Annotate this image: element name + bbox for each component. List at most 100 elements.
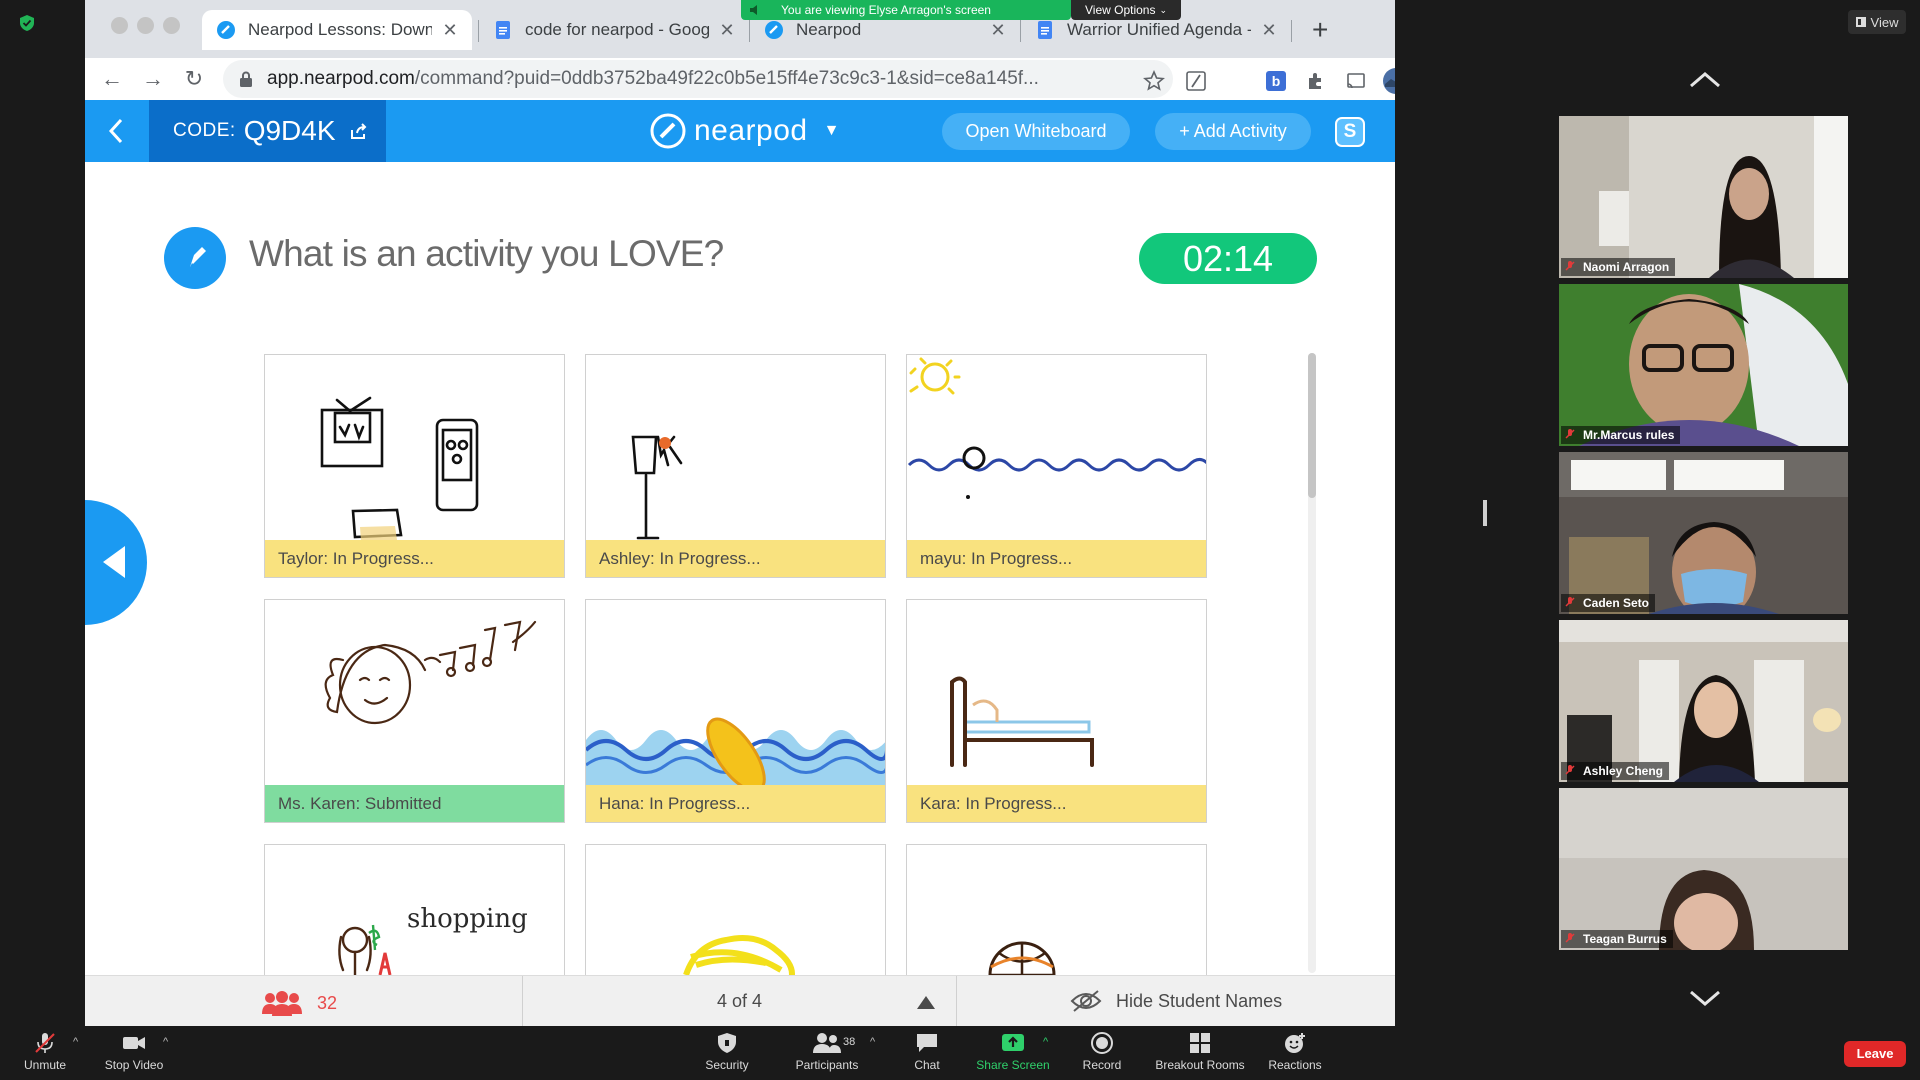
response-card[interactable]: Taylor: In Progress...	[264, 354, 565, 578]
unmute-label: Unmute	[23, 1058, 67, 1072]
eye-slash-icon	[1070, 990, 1102, 1012]
window-maximize-dot[interactable]	[163, 17, 180, 34]
chevron-up-icon[interactable]	[1688, 70, 1722, 90]
new-tab-button[interactable]: +	[1312, 14, 1328, 46]
tab-title: Warrior Unified Agenda -	[1067, 20, 1251, 39]
close-icon[interactable]: ✕	[442, 20, 458, 41]
muted-mic-icon	[1565, 765, 1575, 775]
cast-icon[interactable]	[1345, 70, 1367, 92]
tab-title: code for nearpod - Googl	[525, 20, 709, 39]
close-icon[interactable]: ✕	[719, 20, 735, 41]
shared-browser-window: Nearpod Lessons: Downlo ✕ code for nearp…	[85, 0, 1395, 1026]
back-chevron-icon[interactable]	[105, 114, 135, 148]
student-count[interactable]: 32	[261, 990, 337, 1016]
response-card[interactable]: mayu: In Progress...	[906, 354, 1207, 578]
speaker-icon	[750, 5, 757, 15]
leave-meeting-button[interactable]: Leave	[1844, 1041, 1906, 1067]
close-icon[interactable]: ✕	[990, 20, 1006, 41]
chevron-up-icon[interactable]: ^	[163, 1036, 168, 1048]
nearpod-icon	[765, 21, 783, 39]
response-status: Ms. Karen: Submitted	[265, 785, 564, 822]
forward-arrow-icon[interactable]: →	[138, 64, 168, 94]
view-label: View	[1870, 14, 1899, 30]
nearpod-footer-bar: 32 4 of 4 Hide Student Names	[85, 975, 1395, 1026]
share-banner-message: You are viewing Elyse Arragon's screen	[781, 3, 991, 17]
add-activity-button[interactable]: + Add Activity	[1155, 113, 1311, 150]
zoom-meeting-window: Nearpod Lessons: Downlo ✕ code for nearp…	[0, 0, 1920, 1080]
view-layout-button[interactable]: View	[1848, 10, 1906, 34]
participants-icon	[813, 1033, 841, 1053]
student-drawing	[631, 435, 683, 540]
response-status: Kara: In Progress...	[907, 785, 1206, 822]
tab-code-for-nearpod[interactable]: code for nearpod - Googl ✕	[479, 10, 749, 50]
participant-name-tag: Caden Seto	[1561, 594, 1656, 612]
panel-resize-handle[interactable]	[1483, 500, 1487, 526]
participant-name: Naomi Arragon	[1583, 260, 1670, 274]
student-drawing	[950, 676, 1094, 767]
reload-icon[interactable]: ↻	[179, 64, 209, 94]
view-options-button[interactable]: View Options ⌄	[1071, 0, 1181, 20]
hide-student-names-button[interactable]: Hide Student Names	[1070, 989, 1282, 1013]
chat-label: Chat	[914, 1058, 940, 1072]
activity-timer[interactable]: 02:14	[1139, 233, 1317, 284]
participant-video-tile[interactable]: Naomi Arragon	[1559, 116, 1848, 278]
view-options-label: View Options	[1084, 3, 1156, 17]
bookmark-star-icon[interactable]	[1143, 70, 1165, 92]
tab-nearpod-lessons[interactable]: Nearpod Lessons: Downlo ✕	[202, 10, 472, 50]
participant-video	[1559, 452, 1848, 614]
scrollbar-thumb[interactable]	[1308, 353, 1316, 498]
response-card[interactable]: Ms. Karen: Submitted	[264, 599, 565, 823]
participant-name-tag: Teagan Burrus	[1561, 930, 1673, 948]
participant-video-tile[interactable]: Caden Seto	[1559, 452, 1848, 614]
breakout-rooms-button[interactable]: Breakout Rooms	[1145, 1032, 1255, 1072]
gallery-scrollbar[interactable]	[1308, 353, 1316, 973]
share-screen-label: Share Screen	[976, 1058, 1050, 1072]
docs-icon	[496, 21, 510, 39]
response-card[interactable]: Kara: In Progress...	[906, 599, 1207, 823]
muted-mic-icon	[1565, 933, 1575, 943]
participants-count: 38	[843, 1036, 856, 1048]
open-whiteboard-button[interactable]: Open Whiteboard	[942, 113, 1130, 150]
chevron-down-icon: ⌄	[1159, 4, 1168, 15]
participant-video-tile[interactable]: Teagan Burrus	[1559, 788, 1848, 950]
back-arrow-icon[interactable]: ←	[97, 64, 127, 94]
extensions-puzzle-icon[interactable]	[1305, 70, 1327, 92]
participant-video-tile[interactable]: Ashley Cheng	[1559, 620, 1848, 782]
address-bar[interactable]: app.nearpod.com/command?puid=0ddb3752ba4…	[223, 60, 1173, 98]
tab-separator	[1291, 20, 1292, 42]
student-drawing	[324, 620, 537, 725]
screencastify-extension-icon[interactable]	[1185, 70, 1207, 92]
nearpod-logo[interactable]: nearpod ▼	[650, 113, 839, 149]
participant-name-tag: Ashley Cheng	[1561, 762, 1670, 780]
encryption-shield-icon[interactable]	[18, 14, 36, 32]
draw-it-pencil-icon	[164, 227, 226, 289]
students-group-icon	[262, 991, 302, 1016]
triangle-up-icon[interactable]	[917, 996, 935, 1009]
participant-video-tile[interactable]: Mr.Marcus rules	[1559, 284, 1848, 446]
window-close-dot[interactable]	[111, 17, 128, 34]
profile-avatar-icon[interactable]	[1382, 67, 1395, 95]
share-code-icon[interactable]	[350, 122, 368, 140]
previous-slide-button[interactable]	[85, 500, 147, 625]
s-badge-button[interactable]: S	[1335, 117, 1365, 147]
stop-video-button[interactable]: Stop Video	[79, 1032, 189, 1072]
close-icon[interactable]: ✕	[1261, 20, 1277, 41]
lock-icon	[240, 71, 252, 87]
chevron-up-icon[interactable]: ^	[73, 1036, 78, 1048]
b-extension-icon[interactable]: b	[1265, 70, 1287, 92]
response-status: mayu: In Progress...	[907, 540, 1206, 577]
participants-button[interactable]: 38 Participants	[772, 1032, 882, 1072]
session-code-panel: CODE: Q9D4K	[149, 100, 386, 162]
reactions-button[interactable]: Reactions	[1240, 1032, 1350, 1072]
response-card[interactable]: Ashley: In Progress...	[585, 354, 886, 578]
response-card[interactable]: Hana: In Progress...	[585, 599, 886, 823]
hide-names-label: Hide Student Names	[1116, 990, 1283, 1011]
chevron-down-icon[interactable]	[1688, 988, 1722, 1008]
participant-name: Ashley Cheng	[1583, 764, 1664, 778]
window-minimize-dot[interactable]	[137, 17, 154, 34]
record-button[interactable]: Record	[1047, 1032, 1157, 1072]
chevron-down-icon[interactable]: ▼	[824, 122, 840, 140]
participants-label: Participants	[795, 1058, 859, 1072]
security-button[interactable]: Security	[672, 1032, 782, 1072]
participant-name: Mr.Marcus rules	[1583, 428, 1675, 442]
